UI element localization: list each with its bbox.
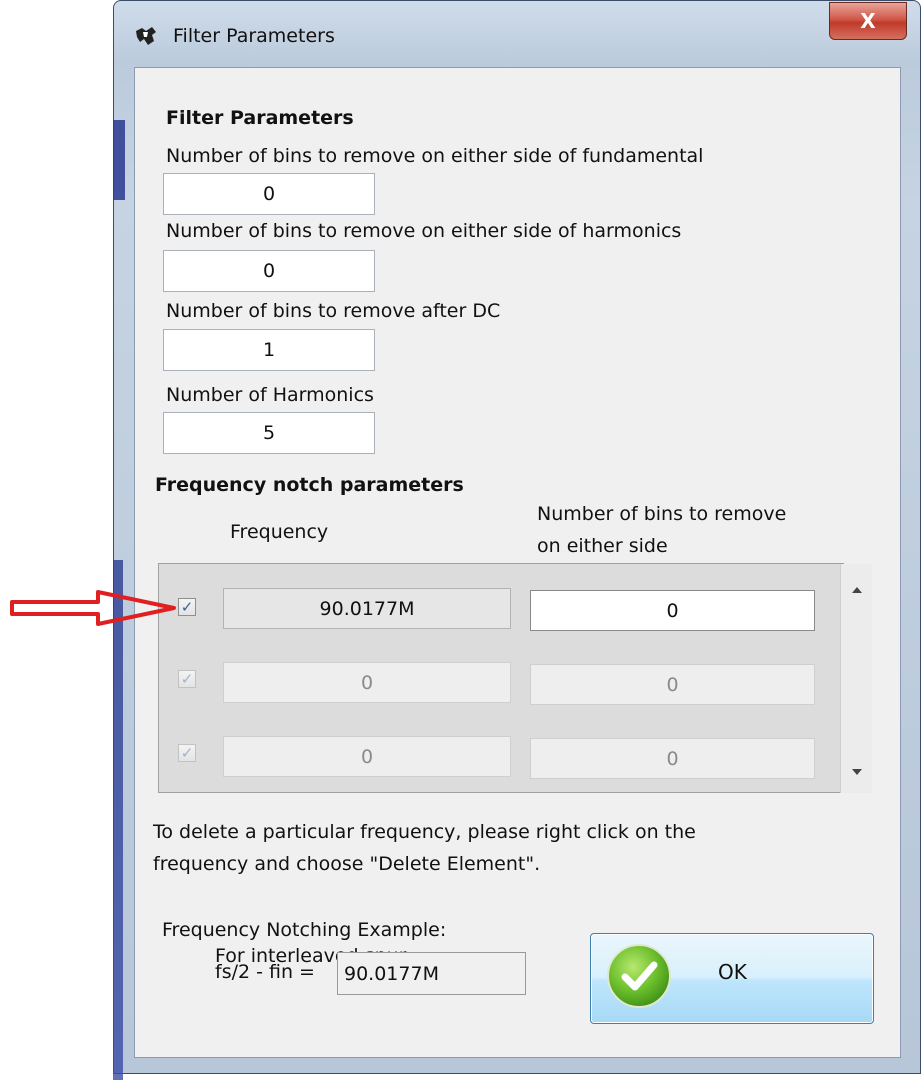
bins-fundamental-input[interactable]: 0 [163,173,375,215]
scroll-up-arrow-icon[interactable] [851,586,863,594]
ok-button-label[interactable]: OK [718,960,747,984]
notch-row-3-frequency: 0 [223,736,511,777]
annotation-arrow-icon [10,590,176,626]
notch-row-1-checkbox[interactable]: ✓ [178,598,196,616]
close-button[interactable]: X [829,2,907,40]
notch-row-1-bins-input[interactable]: 0 [530,590,815,631]
checkmark-icon [607,944,671,1008]
filter-parameters-heading: Filter Parameters [166,107,354,129]
num-harmonics-label: Number of Harmonics [166,384,374,406]
notch-row-3-bins-input: 0 [530,738,815,779]
bins-fundamental-label: Number of bins to remove on either side … [166,145,704,167]
example-formula-value: 90.0177M [337,952,526,995]
notch-row-2-frequency: 0 [223,662,511,703]
notch-parameters-heading: Frequency notch parameters [155,474,464,496]
num-harmonics-input[interactable]: 5 [163,412,375,454]
background-window-edge [113,120,125,200]
scroll-down-arrow-icon[interactable] [851,768,863,776]
delete-help-line1: To delete a particular frequency, please… [153,821,696,843]
bins-harmonics-input[interactable]: 0 [163,250,375,292]
example-title: Frequency Notching Example: [162,919,447,941]
notch-row-1-frequency[interactable]: 90.0177M [223,588,511,629]
bins-after-dc-input[interactable]: 1 [163,329,375,371]
example-formula-label: fs/2 - fin = [215,961,315,983]
bins-column-header-line1: Number of bins to remove [537,503,787,525]
bins-harmonics-label: Number of bins to remove on either side … [166,220,682,242]
bins-after-dc-label: Number of bins to remove after DC [166,300,501,322]
background-window-edge-lower [113,560,123,1080]
window-title: Filter Parameters [173,25,335,47]
ti-logo-icon [136,27,156,45]
notch-list-scrollbar[interactable] [840,564,872,793]
notch-row-2-checkbox: ✓ [178,670,196,688]
delete-help-line2: frequency and choose "Delete Element". [153,853,541,875]
bins-column-header-line2: on either side [537,535,668,557]
notch-row-3-checkbox: ✓ [178,744,196,762]
frequency-column-header: Frequency [230,521,329,543]
notch-row-2-bins-input: 0 [530,664,815,705]
